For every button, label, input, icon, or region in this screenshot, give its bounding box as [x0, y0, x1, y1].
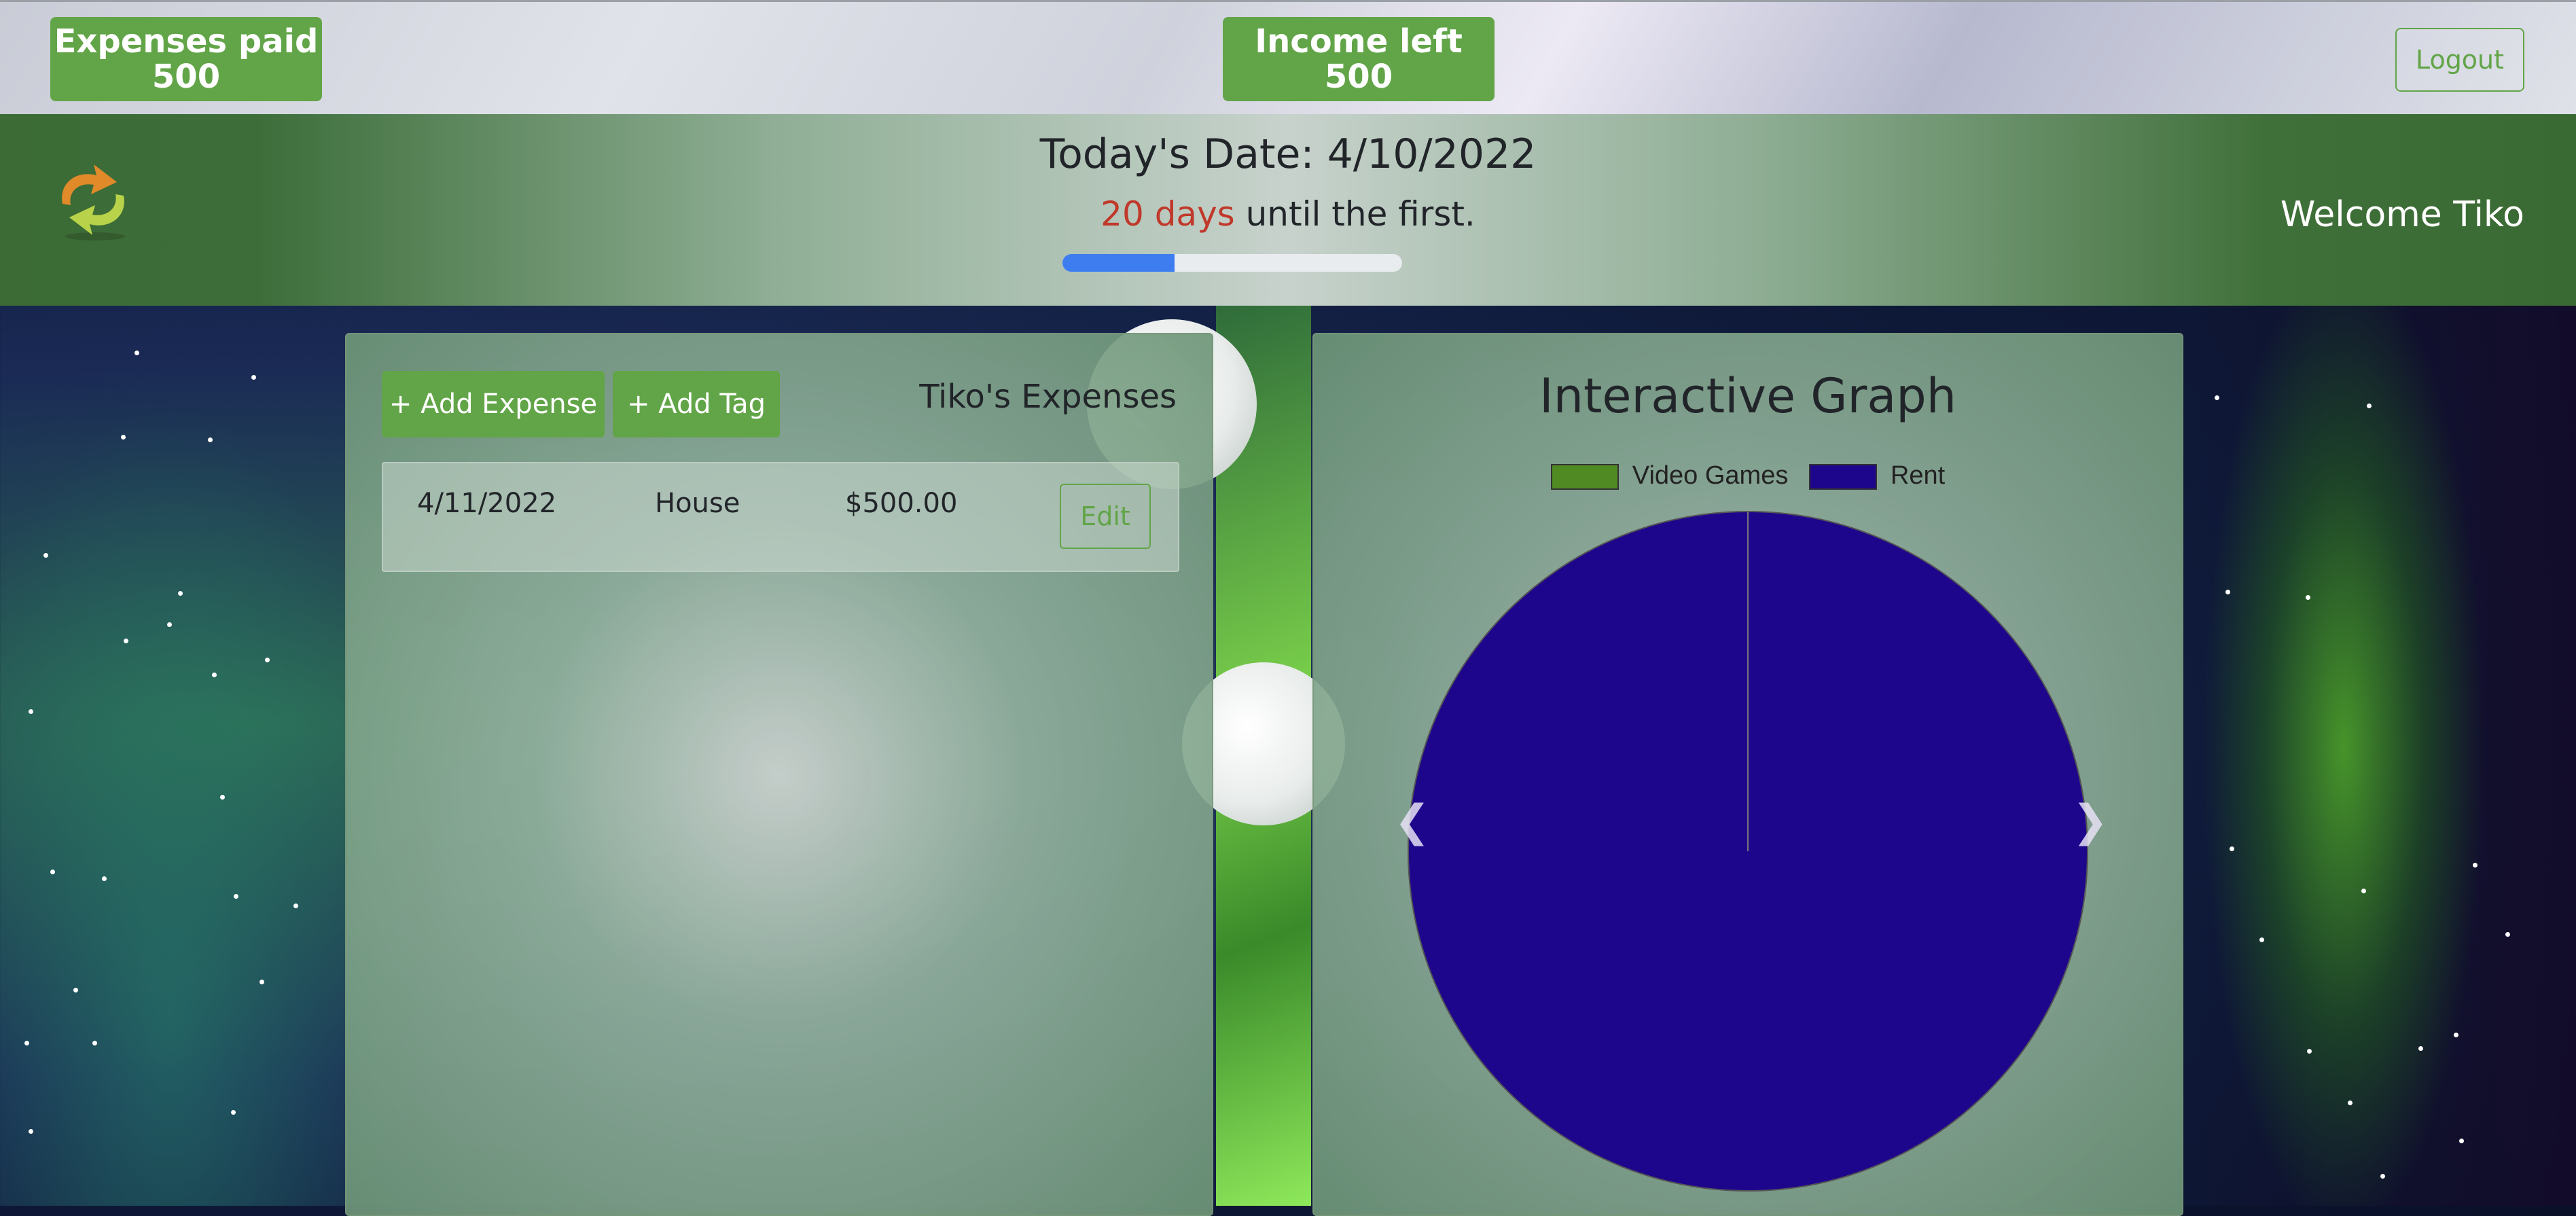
chevron-right-icon[interactable]: ❯ — [2072, 796, 2109, 846]
background-star — [220, 795, 225, 800]
background-star — [2459, 1139, 2464, 1143]
background-star — [43, 553, 48, 558]
graph-panel: Interactive Graph Video Games Rent ❮ ❯ — [1312, 333, 2183, 1216]
background-star — [29, 1129, 33, 1134]
graph-title: Interactive Graph — [1539, 368, 1957, 424]
expenses-paid-label: Expenses paid — [54, 22, 319, 60]
page-title: Today's Date: 4/10/2022 — [1039, 130, 1537, 178]
background-star — [2348, 1101, 2353, 1105]
welcome-message: Welcome Tiko — [2280, 194, 2524, 235]
background-star — [2473, 863, 2477, 868]
pie-chart[interactable] — [1403, 507, 2092, 1196]
background-star — [231, 1110, 236, 1115]
background-star — [234, 894, 238, 899]
background-star — [24, 1041, 29, 1045]
background-star — [2367, 404, 2372, 408]
expenses-panel: + Add Expense + Add Tag Tiko's Expenses … — [345, 333, 1213, 1216]
background-star — [167, 622, 172, 627]
background-star — [135, 351, 139, 355]
background-star — [2307, 1049, 2312, 1054]
background-star — [212, 673, 217, 677]
legend-swatch-rent — [1808, 464, 1877, 490]
expenses-paid-badge: Expenses paid 500 — [50, 17, 322, 101]
legend-label-rent: Rent — [1890, 461, 1946, 490]
expenses-panel-title: Tiko's Expenses — [919, 378, 1177, 416]
legend-swatch-video-games — [1550, 464, 1619, 490]
chevron-left-icon[interactable]: ❮ — [1394, 796, 1431, 846]
background-star — [2230, 846, 2234, 851]
background-star — [50, 870, 55, 874]
background-star — [2454, 1033, 2458, 1037]
add-tag-button[interactable]: + Add Tag — [613, 371, 780, 437]
background-star — [2418, 1046, 2423, 1051]
background-star — [251, 375, 256, 380]
background-star — [92, 1041, 97, 1045]
background-star — [265, 658, 270, 662]
background-star — [178, 591, 183, 596]
background-star — [293, 904, 298, 908]
background-star — [29, 709, 33, 714]
add-expense-button[interactable]: + Add Expense — [382, 371, 605, 437]
legend-label-video-games: Video Games — [1632, 461, 1789, 490]
logout-button[interactable]: Logout — [2395, 28, 2524, 92]
background-star — [208, 437, 213, 442]
background-star — [2505, 932, 2510, 937]
edit-expense-button[interactable]: Edit — [1060, 484, 1151, 549]
legend-item-rent[interactable]: Rent — [1808, 461, 1946, 490]
legend-item-video-games[interactable]: Video Games — [1550, 461, 1789, 490]
countdown-days: 20 days — [1101, 194, 1235, 234]
background-star — [2225, 590, 2230, 594]
background-star — [2361, 889, 2366, 893]
background-star — [2259, 937, 2264, 942]
expense-row: 4/11/2022 House $500.00 Edit — [382, 462, 1179, 572]
background-star — [2306, 595, 2310, 600]
background-star — [260, 980, 264, 984]
countdown-text: 20 days until the first. — [0, 194, 2576, 234]
background-star — [2380, 1174, 2385, 1179]
background-star — [102, 876, 107, 881]
background-star — [73, 988, 78, 993]
expense-tag: House — [655, 488, 740, 519]
chart-legend: Video Games Rent — [1314, 461, 2182, 490]
month-progress-fill — [1062, 254, 1175, 272]
expenses-paid-value: 500 — [151, 58, 221, 96]
expense-date: 4/11/2022 — [417, 488, 557, 519]
top-bar: Expenses paid 500 Income left 500 Logout — [0, 0, 2576, 114]
background-star — [124, 639, 128, 643]
income-left-label: Income left — [1255, 22, 1463, 60]
month-progress-bar — [1062, 254, 1402, 272]
income-left-badge: Income left 500 — [1223, 17, 1495, 101]
expense-amount: $500.00 — [845, 488, 958, 519]
header: Today's Date: 4/10/2022 20 days until th… — [0, 114, 2576, 306]
background-star — [2215, 395, 2219, 400]
income-left-value: 500 — [1324, 58, 1393, 96]
background-star — [121, 435, 126, 440]
countdown-suffix: until the first. — [1234, 194, 1475, 234]
